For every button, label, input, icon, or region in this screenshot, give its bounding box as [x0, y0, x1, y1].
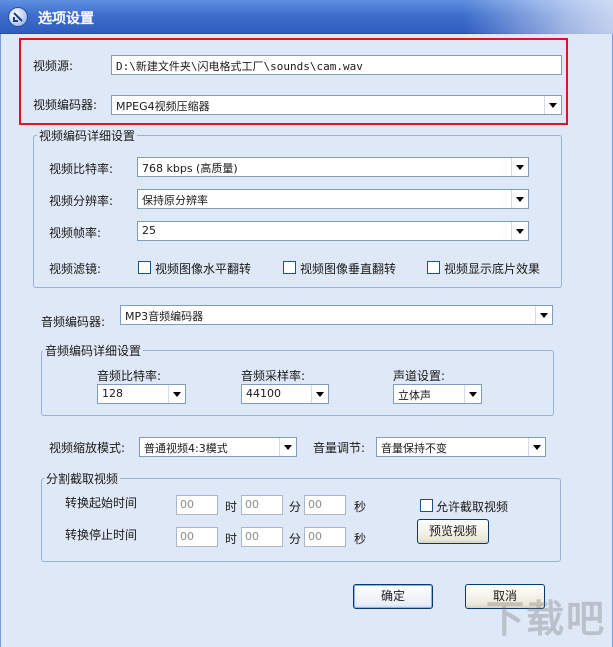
video-encoder-select[interactable]: MPEG4视频压缩器: [111, 95, 562, 115]
clip-start-second-input[interactable]: 00: [304, 495, 346, 515]
clip-end-minute-unit: 分: [289, 532, 302, 546]
title-bar-gloss: [463, 0, 613, 34]
title-bar: 选项设置: [0, 0, 613, 34]
video-encoder-label: 视频编码器:: [33, 98, 98, 112]
clip-start-label: 转换起始时间: [65, 496, 138, 510]
clip-title: 分割截取视频: [44, 470, 121, 487]
chevron-down-icon[interactable]: [511, 190, 528, 208]
dialog-body: 视频源: D:\新建文件夹\闪电格式工厂\sounds\cam.wav 视频编码…: [0, 34, 613, 647]
allow-clip-label: 允许截取视频: [436, 500, 509, 514]
video-resolution-value: 保持原分辨率: [142, 194, 208, 207]
audio-bitrate-value: 128: [102, 387, 123, 400]
volume-value: 音量保持不变: [381, 442, 447, 455]
filter-hflip-checkbox[interactable]: [138, 261, 151, 274]
preview-video-button[interactable]: 预览视频: [417, 519, 489, 544]
clip-end-label: 转换停止时间: [65, 528, 138, 542]
volume-select[interactable]: 音量保持不变: [376, 437, 546, 457]
filter-hflip-label: 视频图像水平翻转: [155, 262, 252, 276]
watermark-logo: 下载吧: [485, 597, 606, 641]
filter-negative-checkbox[interactable]: [427, 261, 440, 274]
clip-end-second-unit: 秒: [354, 532, 367, 546]
video-bitrate-value: 768 kbps (高质量): [142, 162, 238, 175]
clip-end-hour-input[interactable]: 00: [176, 527, 218, 547]
video-framerate-label: 视频帧率:: [49, 226, 102, 240]
scale-mode-select[interactable]: 普通视频4:3模式: [139, 437, 297, 457]
volume-label: 音量调节:: [313, 441, 366, 455]
audio-channel-value: 立体声: [398, 389, 431, 402]
clip-start-minute-unit: 分: [289, 500, 302, 514]
scale-mode-label: 视频缩放模式:: [49, 441, 126, 455]
audio-channel-select[interactable]: 立体声: [393, 384, 482, 404]
video-detail-title: 视频编码详细设置: [37, 127, 138, 144]
clip-start-hour-input[interactable]: 00: [176, 495, 218, 515]
app-icon: [8, 7, 28, 27]
audio-samplerate-select[interactable]: 44100: [241, 384, 329, 404]
chevron-down-icon[interactable]: [311, 385, 328, 403]
window-title: 选项设置: [38, 11, 94, 27]
scale-mode-value: 普通视频4:3模式: [144, 442, 228, 455]
filter-negative-label: 视频显示底片效果: [444, 262, 541, 276]
filter-vflip-checkbox[interactable]: [283, 261, 296, 274]
ok-button[interactable]: 确定: [353, 584, 433, 609]
filter-vflip-label: 视频图像垂直翻转: [300, 262, 397, 276]
clip-start-minute-input[interactable]: 00: [241, 495, 283, 515]
video-filter-label: 视频滤镜:: [49, 262, 102, 276]
audio-encoder-select[interactable]: MP3音频编码器: [120, 305, 553, 325]
video-resolution-select[interactable]: 保持原分辨率: [137, 189, 529, 209]
chevron-down-icon[interactable]: [511, 158, 528, 176]
chevron-down-icon[interactable]: [544, 96, 561, 114]
video-bitrate-select[interactable]: 768 kbps (高质量): [137, 157, 529, 177]
video-source-label: 视频源:: [33, 59, 74, 73]
chevron-down-icon[interactable]: [511, 222, 528, 240]
clip-end-second-input[interactable]: 00: [304, 527, 346, 547]
clip-end-minute-input[interactable]: 00: [241, 527, 283, 547]
clip-start-second-unit: 秒: [354, 500, 367, 514]
video-bitrate-label: 视频比特率:: [49, 162, 114, 176]
audio-encoder-value: MP3音频编码器: [125, 310, 204, 323]
chevron-down-icon[interactable]: [528, 438, 545, 456]
audio-samplerate-label: 音频采样率:: [241, 369, 306, 383]
video-resolution-label: 视频分辨率:: [49, 194, 114, 208]
audio-detail-title: 音频编码详细设置: [43, 342, 144, 359]
chevron-down-icon[interactable]: [535, 306, 552, 324]
chevron-down-icon[interactable]: [464, 385, 481, 403]
audio-bitrate-label: 音频比特率:: [97, 369, 162, 383]
video-framerate-value: 25: [142, 224, 156, 237]
audio-samplerate-value: 44100: [246, 387, 281, 400]
clip-end-hour-unit: 时: [225, 532, 238, 546]
chevron-down-icon[interactable]: [279, 438, 296, 456]
audio-encoder-label: 音频编码器:: [41, 315, 106, 329]
audio-bitrate-select[interactable]: 128: [97, 384, 186, 404]
clip-start-hour-unit: 时: [225, 500, 238, 514]
video-framerate-select[interactable]: 25: [137, 221, 529, 241]
audio-channel-label: 声道设置:: [393, 369, 446, 383]
chevron-down-icon[interactable]: [168, 385, 185, 403]
video-encoder-value: MPEG4视频压缩器: [116, 100, 210, 113]
allow-clip-checkbox[interactable]: [420, 499, 433, 512]
video-source-input[interactable]: D:\新建文件夹\闪电格式工厂\sounds\cam.wav: [111, 55, 562, 75]
